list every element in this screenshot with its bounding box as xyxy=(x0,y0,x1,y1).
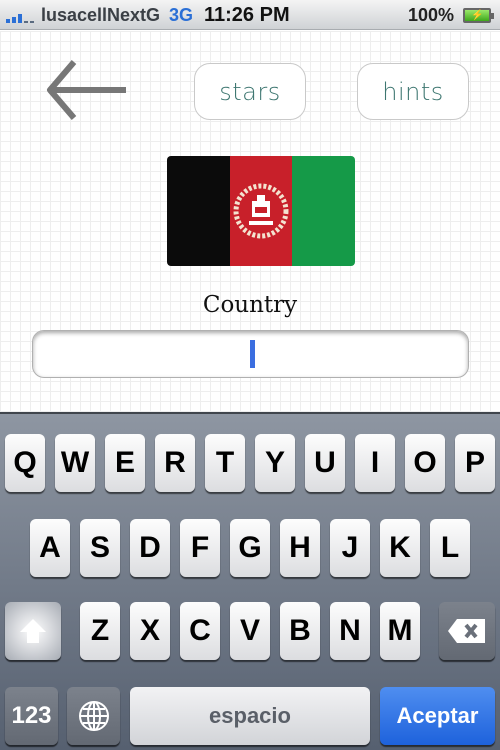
stars-button[interactable]: stars xyxy=(194,63,306,120)
key-b[interactable]: B xyxy=(280,602,320,660)
signal-strength-icon xyxy=(6,12,34,23)
flag-stripe-green xyxy=(292,156,355,266)
key-u[interactable]: U xyxy=(305,434,345,492)
key-r[interactable]: R xyxy=(155,434,195,492)
key-i[interactable]: I xyxy=(355,434,395,492)
shift-arrow-icon xyxy=(20,619,46,643)
key-v[interactable]: V xyxy=(230,602,270,660)
numbers-key[interactable]: 123 xyxy=(5,687,58,745)
carrier-name: lusacellNextG xyxy=(41,5,161,25)
key-q[interactable]: Q xyxy=(5,434,45,492)
shift-key[interactable] xyxy=(5,602,61,660)
key-n[interactable]: N xyxy=(330,602,370,660)
arrow-left-icon xyxy=(47,60,126,120)
key-d[interactable]: D xyxy=(130,519,170,577)
delete-key[interactable] xyxy=(439,602,495,660)
back-button[interactable] xyxy=(46,58,130,122)
space-key[interactable]: espacio xyxy=(130,687,370,745)
key-y[interactable]: Y xyxy=(255,434,295,492)
key-x[interactable]: X xyxy=(130,602,170,660)
backspace-icon xyxy=(448,619,485,643)
globe-key[interactable] xyxy=(67,687,120,745)
flag-stripe-black xyxy=(167,156,230,266)
key-l[interactable]: L xyxy=(430,519,470,577)
text-cursor xyxy=(250,340,255,368)
key-z[interactable]: Z xyxy=(80,602,120,660)
key-o[interactable]: O xyxy=(405,434,445,492)
key-a[interactable]: A xyxy=(30,519,70,577)
hints-button[interactable]: hints xyxy=(357,63,469,120)
key-f[interactable]: F xyxy=(180,519,220,577)
key-s[interactable]: S xyxy=(80,519,120,577)
key-k[interactable]: K xyxy=(380,519,420,577)
key-e[interactable]: E xyxy=(105,434,145,492)
country-input[interactable] xyxy=(32,330,469,378)
key-t[interactable]: T xyxy=(205,434,245,492)
key-g[interactable]: G xyxy=(230,519,270,577)
keyboard: QWERTYUIOP ASDFGHJKL ZXCVBNM 123 espacio A… xyxy=(0,412,500,750)
key-w[interactable]: W xyxy=(55,434,95,492)
key-c[interactable]: C xyxy=(180,602,220,660)
network-type: 3G xyxy=(169,5,194,25)
key-m[interactable]: M xyxy=(380,602,420,660)
flag-emblem-icon xyxy=(233,183,289,239)
status-bar: lusacellNextG 3G 11:26 PM 100% ⚡ xyxy=(0,0,500,30)
globe-icon xyxy=(78,701,109,731)
key-h[interactable]: H xyxy=(280,519,320,577)
battery-percent: 100% xyxy=(408,5,455,25)
battery-charging-icon: ⚡ xyxy=(463,8,494,23)
key-j[interactable]: J xyxy=(330,519,370,577)
return-key[interactable]: Aceptar xyxy=(380,687,495,745)
clock: 11:26 PM xyxy=(204,4,290,26)
answer-label: Country xyxy=(202,292,298,318)
key-p[interactable]: P xyxy=(455,434,495,492)
